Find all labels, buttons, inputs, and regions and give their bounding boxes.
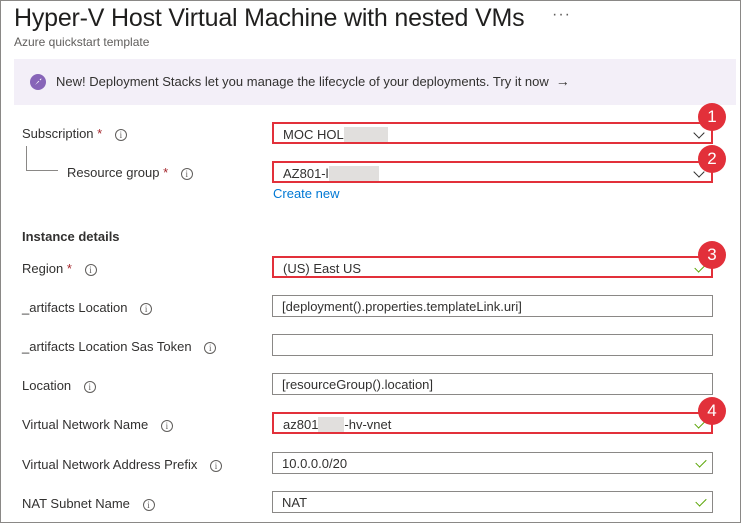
resource-group-label: Resource group * i: [67, 165, 193, 180]
check-icon: [695, 495, 707, 507]
vnet-address-prefix-label: Virtual Network Address Prefix i: [22, 457, 222, 472]
vnet-name-input[interactable]: az801 -hv-vnet: [272, 412, 713, 434]
nat-subnet-name-input[interactable]: NAT: [272, 491, 713, 513]
location-label-text: Location: [22, 378, 72, 393]
nat-subnet-name-value: NAT: [282, 495, 308, 510]
page-title: Hyper-V Host Virtual Machine with nested…: [14, 4, 525, 32]
artifacts-sas-token-label: _artifacts Location Sas Token i: [22, 339, 217, 354]
vnet-name-label-text: Virtual Network Name: [22, 417, 149, 432]
callout-badge-2: 2: [698, 145, 726, 173]
artifacts-location-label-text: _artifacts Location: [22, 300, 128, 315]
region-select[interactable]: (US) East US: [272, 256, 713, 278]
required-marker: *: [97, 126, 103, 141]
nat-subnet-name-label-text: NAT Subnet Name: [22, 496, 130, 511]
deployment-stacks-banner[interactable]: New! Deployment Stacks let you manage th…: [14, 59, 736, 105]
instance-details-heading: Instance details: [22, 229, 120, 244]
region-label-text: Region: [22, 261, 64, 276]
region-value: (US) East US: [283, 261, 362, 276]
tree-connector: [26, 170, 58, 171]
location-input[interactable]: [resourceGroup().location]: [272, 373, 713, 395]
info-icon[interactable]: i: [140, 302, 153, 315]
required-marker: *: [163, 165, 169, 180]
region-label: Region * i: [22, 261, 97, 276]
callout-badge-1: 1: [698, 103, 726, 131]
redacted-text: [343, 127, 388, 142]
info-icon[interactable]: i: [204, 341, 217, 354]
resource-group-value: AZ801-l: [283, 166, 329, 181]
redacted-text: [318, 417, 345, 432]
vnet-name-label: Virtual Network Name i: [22, 417, 173, 432]
vnet-name-value-suffix: -hv-vnet: [344, 417, 392, 432]
page-subtitle: Azure quickstart template: [14, 35, 150, 49]
required-marker: *: [66, 261, 72, 276]
info-icon[interactable]: i: [83, 380, 96, 393]
info-icon[interactable]: i: [84, 263, 97, 276]
more-options-icon[interactable]: ···: [552, 6, 571, 24]
artifacts-location-label: _artifacts Location i: [22, 300, 153, 315]
artifacts-location-input[interactable]: [deployment().properties.templateLink.ur…: [272, 295, 713, 317]
chevron-down-icon: [693, 127, 705, 139]
info-icon[interactable]: i: [180, 167, 193, 180]
banner-text: New! Deployment Stacks let you manage th…: [56, 74, 549, 89]
check-icon: [695, 456, 707, 468]
vnet-address-prefix-label-text: Virtual Network Address Prefix: [22, 457, 198, 472]
nat-subnet-name-label: NAT Subnet Name i: [22, 496, 155, 511]
callout-badge-3: 3: [698, 241, 726, 269]
info-icon[interactable]: i: [160, 419, 173, 432]
artifacts-sas-token-input[interactable]: [272, 334, 713, 356]
resource-group-select[interactable]: AZ801-l: [272, 161, 713, 183]
redacted-text: [328, 166, 379, 181]
info-icon[interactable]: i: [209, 459, 222, 472]
banner-message: New! Deployment Stacks let you manage th…: [56, 73, 570, 89]
location-label: Location i: [22, 378, 96, 393]
artifacts-sas-token-label-text: _artifacts Location Sas Token: [22, 339, 192, 354]
create-new-link[interactable]: Create new: [273, 186, 339, 201]
subscription-label: Subscription * i: [22, 126, 127, 141]
arrow-right-icon[interactable]: →: [556, 73, 570, 89]
callout-badge-4: 4: [698, 397, 726, 425]
info-icon[interactable]: i: [142, 498, 155, 511]
vnet-address-prefix-value: 10.0.0.0/20: [282, 456, 348, 471]
vnet-name-value-prefix: az801: [283, 417, 319, 432]
subscription-value: MOC HOL: [283, 127, 344, 142]
subscription-label-text: Subscription: [22, 126, 94, 141]
resource-group-label-text: Resource group: [67, 165, 160, 180]
rocket-icon: [30, 74, 46, 90]
info-icon[interactable]: i: [114, 128, 127, 141]
vnet-address-prefix-input[interactable]: 10.0.0.0/20: [272, 452, 713, 474]
tree-connector: [26, 146, 27, 170]
subscription-select[interactable]: MOC HOL: [272, 122, 713, 144]
